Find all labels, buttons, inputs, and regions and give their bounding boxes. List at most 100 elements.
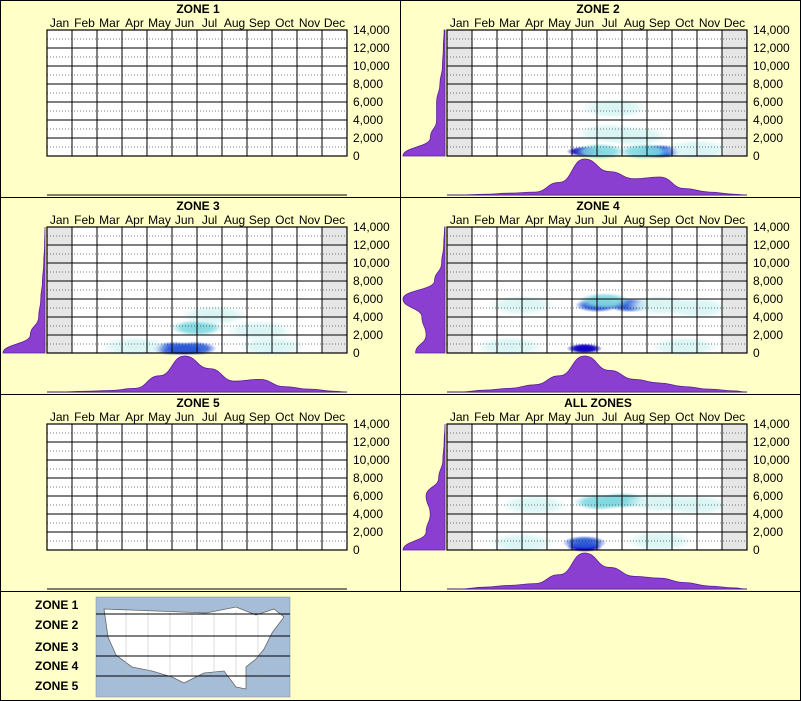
month-tick-label: May bbox=[548, 410, 571, 424]
y-tick-label: 4,000 bbox=[353, 113, 383, 127]
density-blob bbox=[600, 126, 669, 147]
inactive-month-shade bbox=[722, 227, 747, 353]
month-tick-label: Apr bbox=[525, 16, 544, 30]
month-tick-label: Apr bbox=[125, 410, 144, 424]
y-tick-label: 12,000 bbox=[353, 41, 390, 55]
y-tick-label: 2,000 bbox=[753, 525, 783, 539]
y-tick-label: 2,000 bbox=[353, 328, 383, 342]
month-tick-label: Oct bbox=[675, 410, 694, 424]
panel-title: ZONE 2 bbox=[576, 2, 620, 16]
inactive-month-shade bbox=[722, 424, 747, 550]
y-tick-label: 8,000 bbox=[353, 471, 383, 485]
month-tick-label: Apr bbox=[125, 213, 144, 227]
y-tick-label: 0 bbox=[753, 346, 760, 360]
month-tick-label: Jan bbox=[450, 213, 469, 227]
month-tick-label: Dec bbox=[724, 16, 745, 30]
y-tick-label: 4,000 bbox=[753, 113, 783, 127]
y-tick-label: 8,000 bbox=[753, 471, 783, 485]
month-tick-label: Jul bbox=[202, 410, 217, 424]
density-blob bbox=[180, 305, 249, 326]
month-tick-label: Jul bbox=[602, 16, 617, 30]
inactive-month-shade bbox=[722, 30, 747, 156]
legend-zone-label: ZONE 5 bbox=[35, 679, 79, 693]
month-tick-label: Feb bbox=[74, 410, 95, 424]
legend-zone-label: ZONE 1 bbox=[35, 598, 79, 612]
month-tick-label: Nov bbox=[699, 16, 720, 30]
y-tick-label: 12,000 bbox=[753, 435, 790, 449]
y-tick-label: 0 bbox=[753, 543, 760, 557]
month-tick-label: Nov bbox=[699, 410, 720, 424]
month-tick-label: Sep bbox=[249, 213, 271, 227]
y-tick-label: 6,000 bbox=[353, 95, 383, 109]
y-tick-label: 0 bbox=[353, 346, 360, 360]
y-tick-label: 8,000 bbox=[753, 274, 783, 288]
month-tick-label: Jan bbox=[450, 410, 469, 424]
month-tick-label: Jun bbox=[175, 410, 194, 424]
density-blob bbox=[578, 292, 631, 309]
month-tick-label: Sep bbox=[649, 213, 671, 227]
month-tick-label: Dec bbox=[724, 410, 745, 424]
density-blob bbox=[625, 531, 694, 551]
y-tick-label: 0 bbox=[353, 543, 360, 557]
month-tick-label: Oct bbox=[275, 410, 294, 424]
legend-zone-label: ZONE 2 bbox=[35, 618, 79, 632]
y-tick-label: 12,000 bbox=[753, 238, 790, 252]
y-tick-label: 4,000 bbox=[353, 310, 383, 324]
y-tick-label: 14,000 bbox=[353, 220, 390, 234]
month-tick-label: Sep bbox=[649, 410, 671, 424]
density-blob bbox=[225, 320, 294, 341]
y-tick-label: 14,000 bbox=[753, 417, 790, 431]
month-tick-label: Jun bbox=[575, 213, 594, 227]
month-tick-label: Mar bbox=[499, 16, 520, 30]
panel-title: ZONE 1 bbox=[176, 2, 220, 16]
month-tick-label: Nov bbox=[299, 16, 320, 30]
month-tick-label: Jul bbox=[202, 16, 217, 30]
y-tick-label: 4,000 bbox=[753, 507, 783, 521]
month-tick-label: Oct bbox=[675, 213, 694, 227]
month-tick-label: May bbox=[148, 410, 171, 424]
density-blob bbox=[100, 336, 169, 357]
month-tick-label: Dec bbox=[724, 213, 745, 227]
legend-zone-label: ZONE 4 bbox=[35, 659, 79, 673]
month-tick-label: Oct bbox=[675, 16, 694, 30]
y-tick-label: 0 bbox=[753, 149, 760, 163]
month-tick-label: Jan bbox=[50, 16, 69, 30]
month-tick-label: Jul bbox=[602, 213, 617, 227]
month-tick-label: Nov bbox=[699, 213, 720, 227]
month-tick-label: Apr bbox=[125, 16, 144, 30]
month-tick-label: Jan bbox=[450, 16, 469, 30]
y-tick-label: 6,000 bbox=[753, 292, 783, 306]
month-tick-label: Jun bbox=[575, 16, 594, 30]
density-blob bbox=[580, 98, 649, 119]
y-tick-label: 2,000 bbox=[353, 131, 383, 145]
y-tick-label: 10,000 bbox=[353, 59, 390, 73]
month-tick-label: Jun bbox=[175, 16, 194, 30]
y-tick-label: 2,000 bbox=[753, 131, 783, 145]
month-tick-label: Jun bbox=[175, 213, 194, 227]
month-tick-label: Nov bbox=[299, 410, 320, 424]
y-tick-label: 12,000 bbox=[353, 435, 390, 449]
month-tick-label: Oct bbox=[275, 16, 294, 30]
month-tick-label: Jan bbox=[50, 213, 69, 227]
y-tick-label: 8,000 bbox=[353, 274, 383, 288]
month-tick-label: May bbox=[148, 16, 171, 30]
y-tick-label: 8,000 bbox=[353, 77, 383, 91]
panel-title: ZONE 5 bbox=[176, 396, 220, 410]
month-tick-label: Sep bbox=[249, 410, 271, 424]
panel-title: ZONE 3 bbox=[176, 199, 220, 213]
y-tick-label: 14,000 bbox=[353, 417, 390, 431]
panel-title: ALL ZONES bbox=[564, 396, 632, 410]
y-tick-label: 10,000 bbox=[753, 59, 790, 73]
month-tick-label: Feb bbox=[74, 213, 95, 227]
y-tick-label: 12,000 bbox=[753, 41, 790, 55]
y-tick-label: 14,000 bbox=[753, 23, 790, 37]
month-tick-label: Jun bbox=[575, 410, 594, 424]
inactive-month-shade bbox=[322, 227, 347, 353]
y-tick-label: 10,000 bbox=[353, 256, 390, 270]
month-tick-label: Apr bbox=[525, 410, 544, 424]
y-tick-label: 2,000 bbox=[353, 525, 383, 539]
month-tick-label: Aug bbox=[224, 410, 245, 424]
month-tick-label: Aug bbox=[624, 410, 645, 424]
month-tick-label: Aug bbox=[624, 213, 645, 227]
month-tick-label: May bbox=[548, 16, 571, 30]
